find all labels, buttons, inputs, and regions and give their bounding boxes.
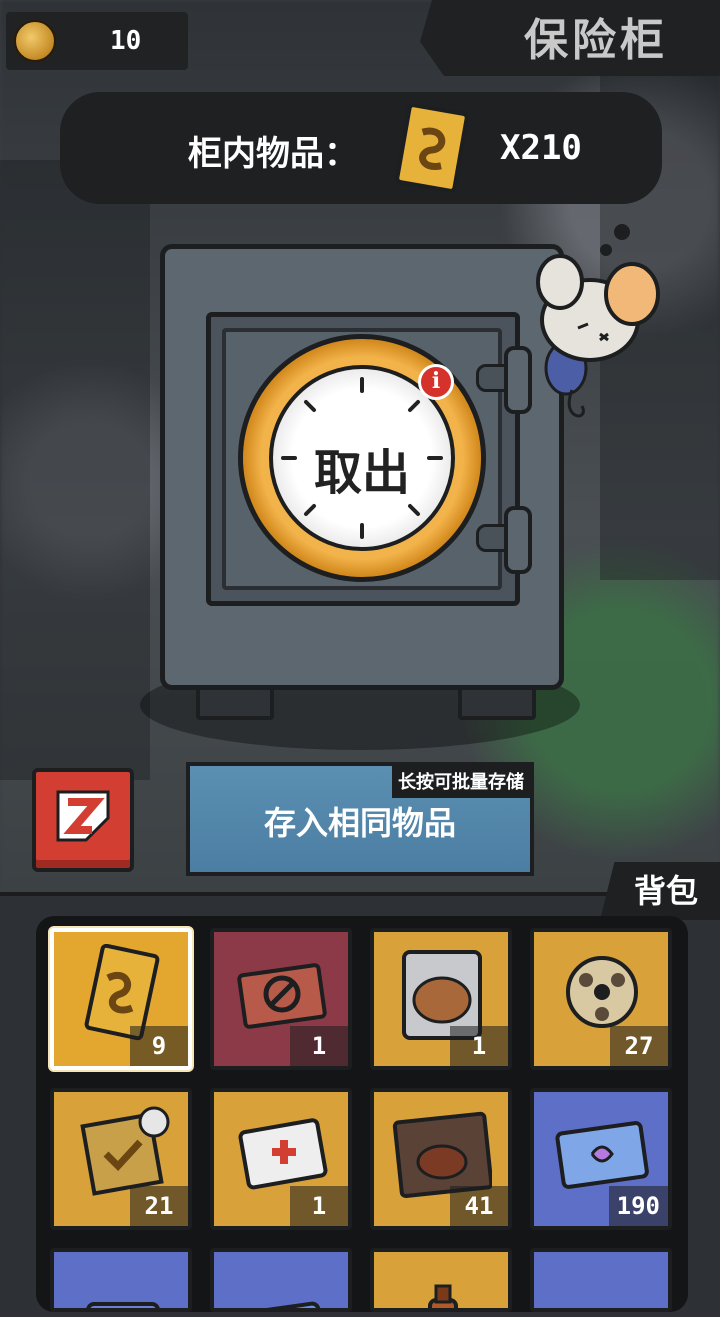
- inventory-slot-steak-pack[interactable]: 41: [370, 1088, 512, 1230]
- inventory-slot-blue-item[interactable]: [50, 1248, 192, 1312]
- sauce-bottle-icon: [428, 1284, 458, 1308]
- safe-foot-left: [196, 686, 274, 720]
- safe-contents-label: 柜内物品：: [188, 134, 358, 174]
- inventory-slot-blue-card[interactable]: [210, 1248, 352, 1312]
- inventory-slot-sauce-bottle[interactable]: [370, 1248, 512, 1312]
- inventory-slot-film-reel[interactable]: 27: [530, 928, 672, 1070]
- store-label: 存入相同物品: [263, 804, 456, 842]
- backpack-grid: 9 1 1 27 21 1 41 190: [36, 916, 688, 1312]
- page-title: 保险柜: [524, 15, 668, 66]
- inventory-slot-toy-ticket[interactable]: 190: [530, 1088, 672, 1230]
- item-count: 1: [290, 1026, 348, 1066]
- store-same-items-button[interactable]: 长按可批量存储 存入相同物品: [186, 762, 534, 876]
- background-shelf: [0, 160, 150, 780]
- inventory-slot-gold-badge[interactable]: 21: [50, 1088, 192, 1230]
- inventory-slot-medkit[interactable]: [530, 1248, 672, 1312]
- safe-contents-count: X210: [500, 128, 582, 168]
- inventory-slot-ticket[interactable]: 1: [210, 928, 352, 1070]
- withdraw-label: 取出: [313, 445, 410, 501]
- currency-value: 10: [110, 26, 142, 56]
- item-count: 1: [290, 1186, 348, 1226]
- item-count: 9: [130, 1026, 188, 1066]
- safe-contents-bar: 柜内物品： X210: [60, 92, 662, 204]
- inventory-slot-capybara-snack[interactable]: 1: [370, 928, 512, 1070]
- mouse-mascot: [536, 224, 660, 418]
- item-count: 1: [450, 1026, 508, 1066]
- safe-foot-right: [458, 686, 536, 720]
- hinge-bottom: [504, 506, 532, 574]
- medkit-icon: [552, 1264, 652, 1312]
- currency-counter: 10: [6, 12, 188, 70]
- exit-icon: [56, 790, 110, 842]
- blue-card-icon: [242, 1301, 326, 1308]
- inventory-slot-gold-card[interactable]: 9: [50, 928, 192, 1070]
- backpack-label: 背包: [633, 872, 698, 910]
- item-count: 27: [610, 1026, 668, 1066]
- item-count: 21: [130, 1186, 188, 1226]
- exit-button[interactable]: [32, 768, 134, 872]
- item-count: 41: [450, 1186, 508, 1226]
- coin-icon: [14, 20, 56, 62]
- item-count: 190: [608, 1186, 668, 1226]
- info-icon[interactable]: i: [418, 364, 454, 400]
- inventory-slot-medical-card[interactable]: 1: [210, 1088, 352, 1230]
- store-hint: 长按可批量存储: [392, 766, 530, 798]
- gold-card-icon: [395, 103, 469, 193]
- blue-item-icon: [86, 1302, 160, 1308]
